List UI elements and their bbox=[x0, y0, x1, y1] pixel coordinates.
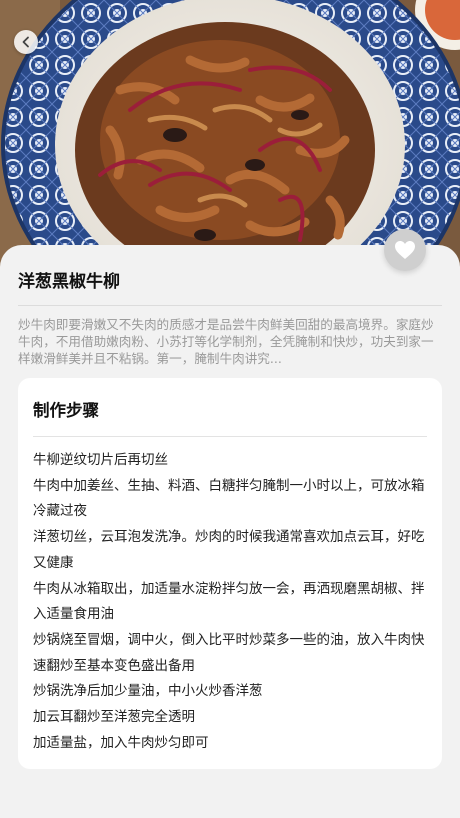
steps-card: 制作步骤 牛柳逆纹切片后再切丝 牛肉中加姜丝、生抽、料酒、白糖拌匀腌制一小时以上… bbox=[18, 378, 442, 769]
back-button[interactable] bbox=[14, 30, 38, 54]
step-item: 牛肉中加姜丝、生抽、料酒、白糖拌匀腌制一小时以上，可放冰箱冷藏过夜 bbox=[33, 477, 425, 520]
steps-title: 制作步骤 bbox=[33, 401, 99, 420]
step-item: 加适量盐，加入牛肉炒匀即可 bbox=[33, 734, 209, 751]
steps-list: 牛柳逆纹切片后再切丝 牛肉中加姜丝、生抽、料酒、白糖拌匀腌制一小时以上，可放冰箱… bbox=[33, 448, 429, 756]
recipe-intro: 炒牛肉即要滑嫩又不失肉的质感才是品尝牛肉鲜美回甜的最高境界。家庭炒牛肉，不用借助… bbox=[18, 317, 434, 366]
title-divider bbox=[18, 305, 442, 306]
step-item: 洋葱切丝，云耳泡发洗净。炒肉的时候我通常喜欢加点云耳，好吃又健康 bbox=[33, 529, 425, 571]
step-item: 炒锅烧至冒烟，调中火，倒入比平时炒菜多一些的油，放入牛肉快速翻炒至基本变色盛出备… bbox=[33, 631, 425, 674]
step-item: 炒锅洗净后加少量油，中小火炒香洋葱 bbox=[33, 683, 263, 700]
step-item: 牛肉从冰箱取出，加适量水淀粉拌匀放一会，再洒现磨黑胡椒、拌入适量食用油 bbox=[33, 580, 425, 623]
step-item: 牛柳逆纹切片后再切丝 bbox=[33, 452, 168, 468]
heart-icon bbox=[394, 240, 416, 260]
step-item: 加云耳翻炒至洋葱完全透明 bbox=[33, 709, 195, 726]
steps-divider bbox=[33, 436, 427, 437]
chevron-left-icon bbox=[20, 36, 32, 48]
favorite-button[interactable] bbox=[384, 229, 426, 271]
recipe-title: 洋葱黑椒牛柳 bbox=[18, 272, 120, 292]
